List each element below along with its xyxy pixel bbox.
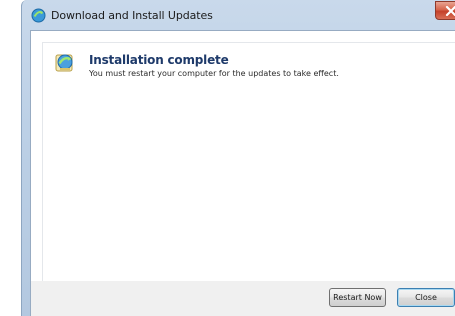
windows-update-icon bbox=[31, 8, 46, 23]
title-bar[interactable]: Download and Install Updates bbox=[22, 0, 455, 32]
client-area: Installation complete You must restart y… bbox=[30, 30, 455, 316]
close-button[interactable]: Close bbox=[397, 288, 455, 307]
window-title: Download and Install Updates bbox=[51, 9, 213, 22]
screen: Download and Install Updates Installatio… bbox=[0, 0, 455, 316]
status-message: You must restart your computer for the u… bbox=[89, 69, 339, 78]
update-status-icon bbox=[53, 51, 77, 75]
button-footer bbox=[31, 281, 455, 316]
window-close-button[interactable] bbox=[435, 1, 455, 20]
close-icon bbox=[445, 6, 455, 16]
dialog-window: Download and Install Updates Installatio… bbox=[21, 0, 455, 316]
status-heading: Installation complete bbox=[89, 53, 229, 67]
status-panel: Installation complete You must restart y… bbox=[42, 42, 455, 282]
restart-now-button[interactable]: Restart Now bbox=[329, 288, 386, 307]
